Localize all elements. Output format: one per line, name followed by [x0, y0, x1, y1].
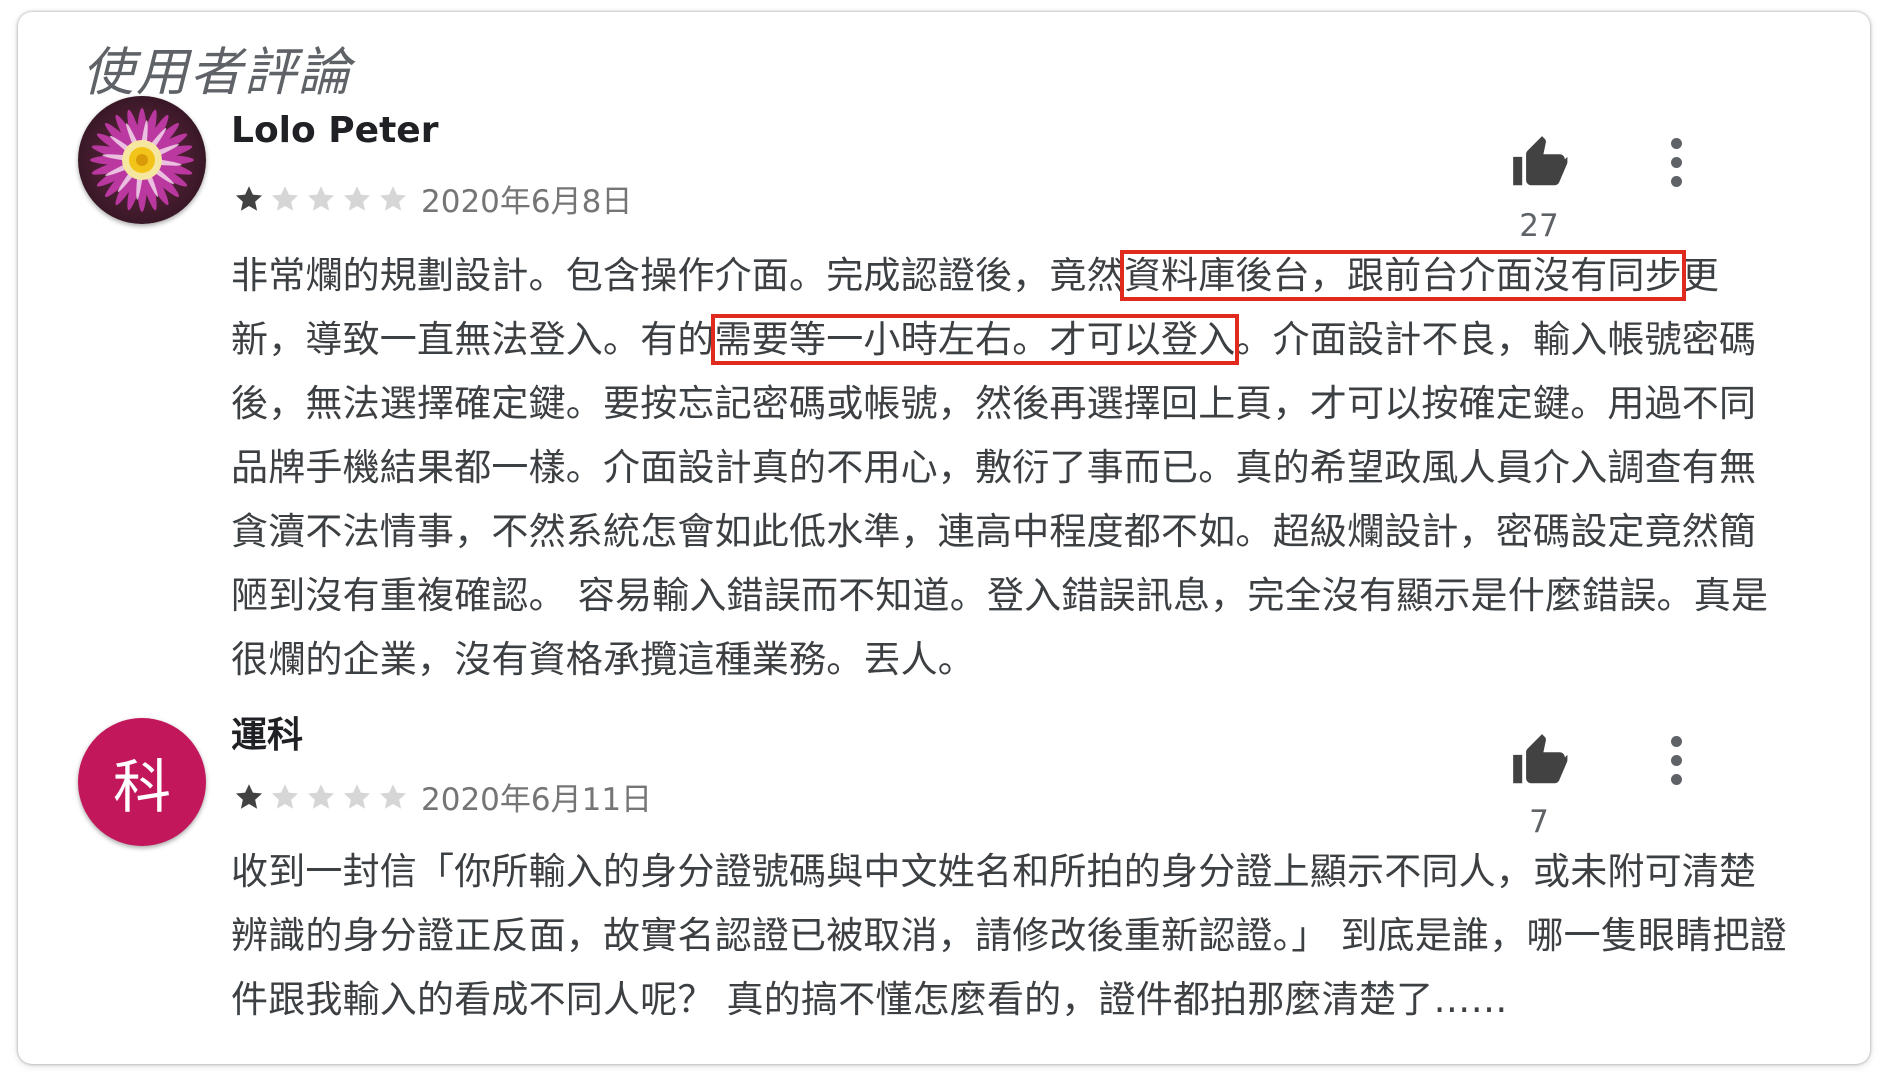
- section-title: 使用者評論: [82, 43, 353, 103]
- star-icon: [339, 181, 375, 217]
- star-icon: [231, 181, 267, 217]
- review-text-part: 非常爛的規劃設計。包含操作介面。完成認證後，竟然: [231, 254, 1124, 297]
- review-meta: 2020年6月8日: [231, 176, 632, 221]
- review-author[interactable]: Lolo Peter: [231, 110, 438, 151]
- review-author[interactable]: 運科: [231, 706, 303, 758]
- like-count: 27: [1519, 208, 1559, 244]
- more-options-button[interactable]: [1658, 124, 1694, 200]
- star-icon: [303, 181, 339, 217]
- review-date: 2020年6月8日: [421, 184, 633, 220]
- like-count: 7: [1529, 804, 1549, 840]
- star-icon: [375, 779, 411, 815]
- star-icon: [231, 779, 267, 815]
- star-icon: [375, 181, 411, 217]
- review-meta: 2020年6月11日: [231, 774, 652, 819]
- star-icon: [267, 779, 303, 815]
- star-rating: [231, 779, 411, 815]
- more-options-button[interactable]: [1658, 722, 1694, 798]
- star-icon: [303, 779, 339, 815]
- star-rating: [231, 181, 411, 217]
- review-text-part: 。介面設計不良，輸入帳號密碼後，無法選擇確定鍵。要按忘記密碼或帳號，然後再選擇回…: [231, 318, 1769, 681]
- like-button[interactable]: [1501, 722, 1577, 798]
- highlighted-text: 需要等一小時左右。才可以登入: [710, 314, 1240, 365]
- star-icon: [267, 181, 303, 217]
- review-text: 非常爛的規劃設計。包含操作介面。完成認證後，竟然資料庫後台，跟前台介面沒有同步更…: [231, 244, 1791, 692]
- flower-photo: [78, 96, 206, 224]
- review-date: 2020年6月11日: [421, 782, 653, 818]
- more-vertical-icon: [1670, 134, 1682, 191]
- thumbs-up-icon: [1513, 136, 1568, 186]
- avatar[interactable]: 科: [78, 718, 206, 846]
- like-button[interactable]: [1501, 124, 1577, 200]
- avatar[interactable]: [78, 96, 206, 224]
- thumbs-up-icon: [1513, 734, 1568, 784]
- reviews-card: 使用者評論 Lolo Peter 2020年6月8日 27 非常爛的規劃設計。包…: [18, 12, 1870, 1064]
- more-vertical-icon: [1670, 732, 1682, 789]
- avatar-letter: 科: [112, 753, 171, 821]
- highlighted-text: 資料庫後台，跟前台介面沒有同步: [1119, 250, 1686, 301]
- star-icon: [339, 779, 375, 815]
- review-text: 收到一封信「你所輸入的身分證號碼與中文姓名和所拍的身分證上顯示不同人，或未附可清…: [231, 850, 1787, 1021]
